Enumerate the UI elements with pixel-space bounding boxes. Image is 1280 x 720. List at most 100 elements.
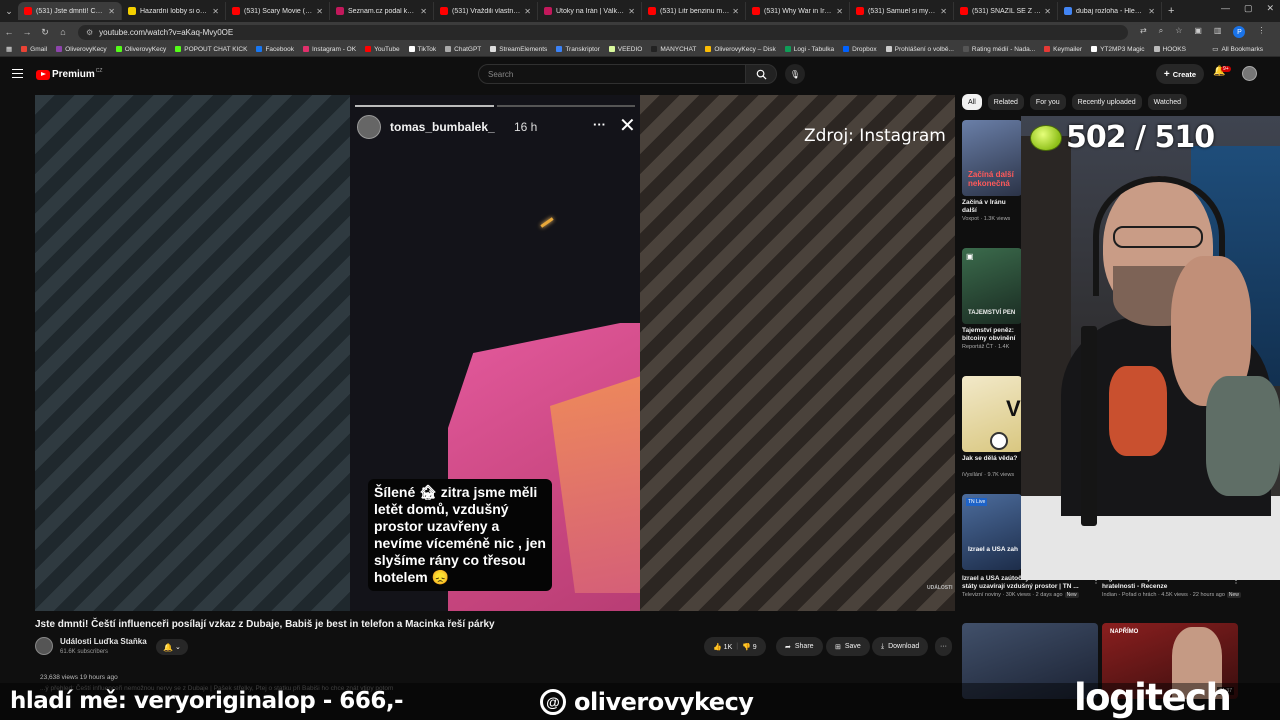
bookmark-item[interactable]: Keymailer	[1044, 46, 1082, 53]
tab-close-icon[interactable]: ✕	[940, 7, 947, 16]
browser-tab[interactable]: Hazardní lobby si ochočila✕	[122, 2, 226, 20]
recommendation-2[interactable]: ▣ TAJEMSTVÍ PEN Tajemství peněz: bitcoin…	[962, 248, 1022, 350]
back-icon[interactable]: ←	[0, 27, 18, 37]
bookmark-item[interactable]: YouTube	[365, 46, 400, 53]
bookmark-item[interactable]: OliverovyKecy – Disk	[705, 45, 776, 53]
dislike-button[interactable]: 👎 9	[742, 643, 757, 651]
sidebar-icon[interactable]: ▥	[1214, 26, 1222, 38]
bookmark-item[interactable]: YT2MP3 Magic	[1091, 46, 1145, 53]
microphone-icon: 🎙	[789, 69, 801, 79]
search-input[interactable]: Search	[478, 64, 746, 84]
voice-search-button[interactable]: 🎙	[785, 64, 805, 84]
tab-close-icon[interactable]: ✕	[420, 7, 427, 16]
recommendation-3[interactable]: VY Jak se dělá věda? iVysílání · 9.7K vi…	[962, 376, 1022, 478]
bookmark-star-icon[interactable]: ☆	[1175, 26, 1182, 38]
bookmark-item[interactable]: Instagram - OK	[303, 46, 356, 53]
browser-tab[interactable]: (531) SNAŽIL SE Z TOHO✕	[954, 2, 1058, 20]
browser-tab[interactable]: (531) Litr benzinu může b✕	[642, 2, 746, 20]
apps-icon[interactable]: ▦	[6, 45, 12, 53]
browser-tab[interactable]: (531) Scary Movie (2026)✕	[226, 2, 330, 20]
forward-icon[interactable]: →	[18, 27, 36, 37]
bookmark-item[interactable]: VEEDIO	[608, 46, 642, 53]
site-info-icon[interactable]: ⚙	[86, 28, 93, 37]
filter-chip[interactable]: Recently uploaded	[1071, 94, 1142, 110]
recommendation-1[interactable]: Začíná další nekonečná Začíná v Íránu da…	[962, 120, 1022, 222]
bookmark-item[interactable]: StreamElements	[490, 46, 547, 53]
bookmark-item[interactable]: HOOKS	[1153, 46, 1186, 53]
bookmark-item[interactable]: Gmail	[21, 46, 47, 53]
profile-avatar[interactable]: P	[1233, 26, 1246, 38]
maximize-icon[interactable]: ▢	[1244, 3, 1253, 14]
reload-icon[interactable]: ↻	[36, 27, 54, 38]
bookmark-item[interactable]: Dropbox	[843, 46, 877, 53]
all-bookmarks-link[interactable]: ▭ All Bookmarks	[1212, 45, 1263, 54]
tab-close-icon[interactable]: ✕	[628, 7, 635, 16]
bookmark-item[interactable]: OliverovyKecy	[56, 46, 107, 53]
browser-tab[interactable]: Seznam.cz podal kvůli síti✕	[330, 2, 434, 20]
like-button[interactable]: 👍 1K	[713, 643, 732, 651]
browser-tab[interactable]: Útoky na Írán | Válka na B✕	[538, 2, 642, 20]
translate-icon[interactable]: ⇄	[1140, 26, 1147, 38]
tab-search-icon[interactable]: ⌄	[0, 2, 18, 20]
channel-avatar[interactable]	[35, 637, 53, 655]
filter-chips: All Related For you Recently uploaded Watche…	[962, 94, 1188, 110]
bookmark-favicon-icon	[1044, 46, 1051, 52]
search-button[interactable]	[745, 64, 777, 84]
tab-close-icon[interactable]: ✕	[524, 7, 531, 16]
bookmark-item[interactable]: Prohlášení o volbě...	[885, 46, 954, 53]
tab-close-icon[interactable]: ✕	[732, 7, 739, 16]
bookmark-item[interactable]: OliverovyKecy	[115, 46, 166, 53]
bookmark-item[interactable]: Transkriptor	[556, 46, 600, 53]
bookmark-item[interactable]: POPOUT CHAT KICK	[175, 46, 247, 53]
bookmark-item[interactable]: Logi - Tabulka	[784, 46, 834, 53]
bookmark-label: OliverovyKecy – Disk	[714, 45, 776, 53]
extensions-icon[interactable]: ▣	[1194, 26, 1202, 38]
browser-tab[interactable]: (531) Vraždili vlastní lid a✕	[434, 2, 538, 20]
filter-chip[interactable]: For you	[1029, 94, 1066, 110]
filter-chip[interactable]: All	[962, 94, 982, 110]
bookmark-label: MANYCHAT	[660, 45, 697, 53]
browser-tab[interactable]: (531) Jste dmntí! Čeští influ✕	[18, 2, 122, 20]
tab-close-icon[interactable]: ✕	[316, 7, 323, 16]
share-button[interactable]: ➦ Share	[776, 637, 823, 656]
tab-close-icon[interactable]: ✕	[836, 7, 843, 16]
minimize-icon[interactable]: —	[1221, 3, 1230, 14]
menu-icon[interactable]	[12, 69, 23, 78]
bookmark-item[interactable]: Rating médií - Nada...	[962, 46, 1035, 53]
save-button[interactable]: ⊞ Save	[826, 637, 870, 656]
filter-chip[interactable]: Related	[987, 94, 1024, 110]
browser-tab[interactable]: (531) Why War in Iran Is T✕	[746, 2, 850, 20]
address-bar[interactable]: ⚙ youtube.com/watch?v=aKaq-Mvy0OE	[78, 24, 1128, 40]
recommendation-4[interactable]: TN Live Izrael a USA zah	[962, 494, 1022, 570]
video-player[interactable]: tomas_bumbalek_ 16 h ··· ✕ Šílené 🏚 zitr…	[35, 95, 955, 611]
bookmark-item[interactable]: MANYCHAT	[651, 46, 696, 53]
search-lens-icon[interactable]: ⌕	[1159, 26, 1163, 38]
recommendation-title: Jak se dělá věda?	[962, 455, 1018, 462]
browser-menu-icon[interactable]: ⋮	[1257, 26, 1265, 38]
account-avatar[interactable]	[1242, 66, 1257, 81]
channel-name[interactable]: Události Luďka Staňka	[60, 637, 147, 646]
thumbnail-text: Začíná další nekonečná	[968, 170, 1014, 188]
download-button[interactable]: ⤓ Download	[872, 637, 929, 656]
bookmark-item[interactable]: TikTok	[408, 46, 436, 53]
create-button[interactable]: + Create	[1156, 64, 1204, 84]
bookmark-item[interactable]: Facebook	[256, 46, 294, 53]
score-text: 502 / 510	[1066, 120, 1215, 155]
subscription-bell-button[interactable]: 🔔 ⌄	[156, 639, 188, 655]
tab-close-icon[interactable]: ✕	[1148, 7, 1155, 16]
tab-close-icon[interactable]: ✕	[1044, 7, 1051, 16]
tab-close-icon[interactable]: ✕	[108, 7, 115, 16]
more-actions-button[interactable]: ···	[935, 637, 952, 656]
youtube-logo[interactable]: Premium CZ	[36, 68, 102, 80]
new-tab-button[interactable]: +	[1168, 5, 1174, 17]
bookmark-item[interactable]: ChatGPT	[445, 46, 481, 53]
tab-close-icon[interactable]: ✕	[212, 7, 219, 16]
bookmark-favicon-icon	[705, 46, 712, 52]
filter-chip[interactable]: Watched	[1147, 94, 1188, 110]
close-window-icon[interactable]: ✕	[1266, 3, 1274, 14]
browser-tab[interactable]: dubaj rozloha - Hledat Go✕	[1058, 2, 1162, 20]
browser-tab[interactable]: (531) Samuel si myslí, že✕	[850, 2, 954, 20]
home-icon[interactable]: ⌂	[54, 27, 72, 37]
notification-badge: 9+	[1221, 66, 1231, 72]
story-age: 16 h	[514, 120, 538, 134]
